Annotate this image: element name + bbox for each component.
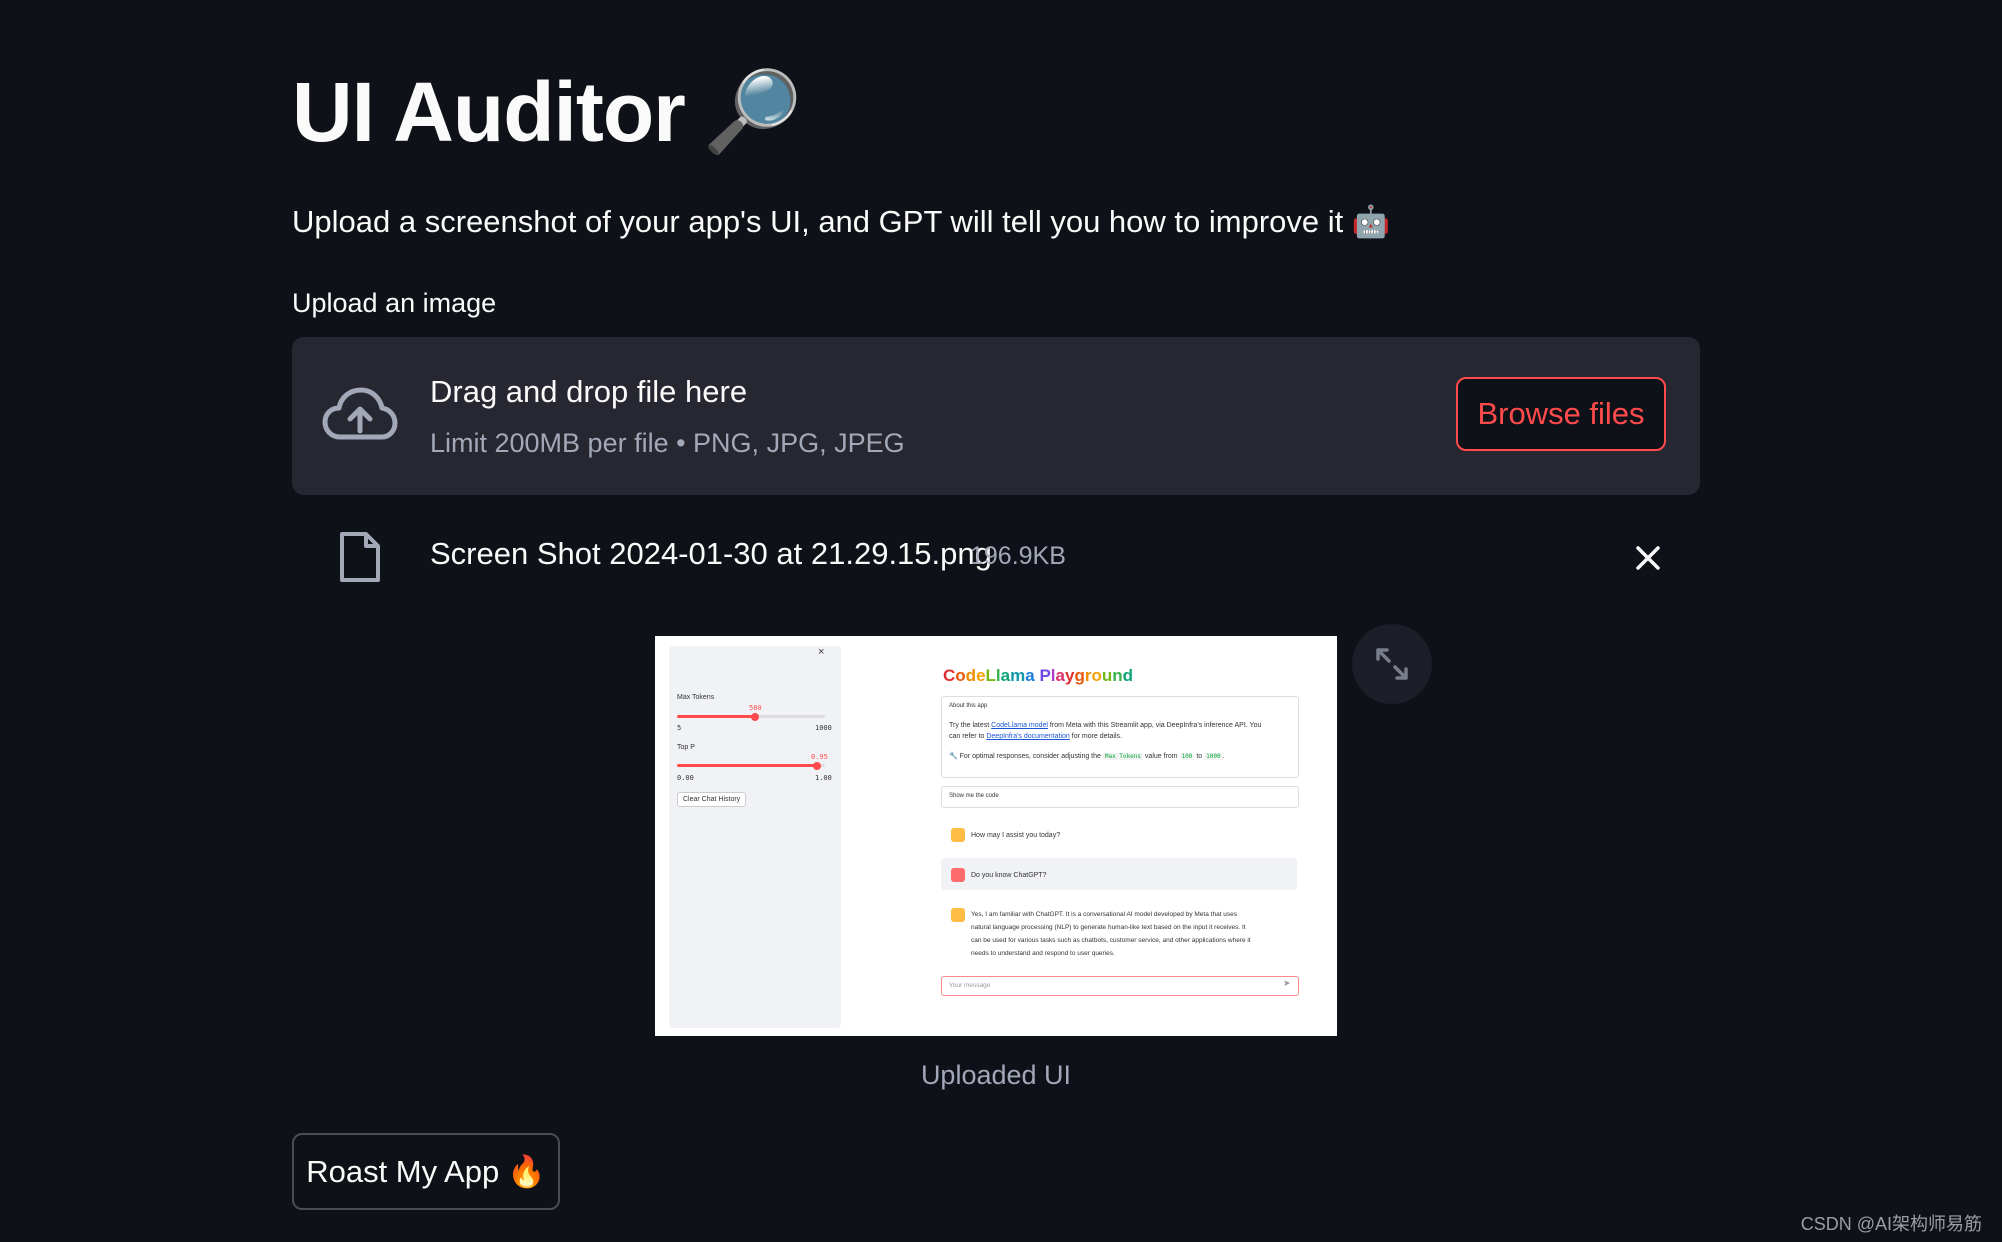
preview-top-p-value: 0.95	[811, 753, 828, 761]
preview-show-code-label: Show me the code	[949, 793, 999, 799]
preview-title-letter: a	[1000, 666, 1011, 685]
preview-user-avatar	[951, 868, 965, 882]
preview-title-letter: d	[965, 666, 977, 685]
preview-title-letter: m	[1010, 666, 1026, 685]
preview-clear-chat-button: Clear Chat History	[677, 792, 747, 807]
file-icon	[340, 532, 380, 582]
fullscreen-icon	[1376, 648, 1408, 680]
dropzone-instructions: Drag and drop file here	[430, 374, 748, 409]
uploaded-image-preview: × Max Tokens 500 5 1000 Top P 0.95 0.00 …	[655, 636, 1337, 1036]
uploaded-file-size: 196.9KB	[970, 542, 1066, 570]
preview-top-p-knob	[813, 762, 821, 770]
preview-about-header: About this app	[949, 703, 988, 709]
preview-chat-input-placeholder: Your message	[949, 982, 991, 989]
preview-close-icon: ×	[818, 646, 825, 658]
preview-msg-assistant-2: Yes, I am familiar with ChatGPT. It is a…	[971, 911, 1251, 957]
fire-icon: 🔥	[507, 1154, 546, 1189]
preview-top-p-max: 1.00	[815, 774, 832, 782]
close-icon[interactable]	[1630, 540, 1666, 576]
watermark: CSDN @AI架构师易筋	[1800, 1214, 1982, 1234]
preview-msg-user-1: Do you know ChatGPT?	[971, 872, 1047, 879]
preview-max-tokens-min: 5	[677, 724, 682, 732]
magnifier-icon: 🔎	[702, 67, 803, 156]
preview-title-letter: d	[1122, 666, 1134, 685]
preview-assistant-avatar	[951, 908, 965, 922]
preview-title-letter: o	[955, 666, 966, 685]
page-title: UI Auditor 🔎	[292, 62, 803, 162]
preview-about-tip: 🔧 For optimal responses, consider adjust…	[949, 753, 1225, 760]
preview-top-p-fill	[677, 764, 817, 767]
preview-max-tokens-max: 1000	[815, 724, 832, 732]
fullscreen-button[interactable]	[1352, 624, 1432, 704]
preview-app-title: CodeLlama Playground	[943, 666, 1133, 686]
page-subtitle: Upload a screenshot of your app's UI, an…	[292, 204, 1391, 239]
preview-title-letter: a	[1025, 666, 1035, 685]
preview-send-icon: ➤	[1283, 978, 1291, 988]
preview-title-letter: P	[1039, 666, 1051, 685]
roast-my-app-label: Roast My App	[306, 1153, 500, 1189]
preview-title-letter: a	[1055, 666, 1065, 685]
image-caption: Uploaded UI	[920, 1060, 1072, 1090]
preview-title-letter: e	[976, 666, 986, 685]
dropzone-limit-text: Limit 200MB per file • PNG, JPG, JPEG	[430, 428, 905, 458]
preview-assistant-avatar	[951, 828, 965, 842]
roast-my-app-button[interactable]: Roast My App 🔥	[292, 1133, 560, 1210]
page-title-text: UI Auditor	[292, 65, 686, 159]
preview-title-letter: g	[1074, 666, 1085, 685]
uploader-label: Upload an image	[292, 288, 497, 318]
preview-max-tokens-fill	[677, 715, 755, 718]
preview-msg-assistant-1: How may I assist you today?	[971, 832, 1061, 839]
preview-title-letter: L	[985, 666, 996, 685]
preview-max-tokens-value: 500	[749, 704, 762, 712]
preview-max-tokens-knob	[751, 713, 759, 721]
preview-title-letter: o	[1091, 666, 1102, 685]
preview-top-p-label: Top P	[677, 744, 695, 751]
preview-about-line2: can refer to DeepInfra's documentation f…	[949, 733, 1122, 740]
preview-about-line1: Try the latest CodeLlama model from Meta…	[949, 722, 1262, 729]
preview-max-tokens-label: Max Tokens	[677, 694, 715, 701]
preview-chat-input	[941, 976, 1299, 996]
preview-title-letter: n	[1112, 666, 1123, 685]
preview-title-letter: u	[1101, 666, 1113, 685]
uploaded-file-name: Screen Shot 2024-01-30 at 21.29.15.png	[430, 536, 992, 571]
browse-files-button[interactable]: Browse files	[1456, 377, 1666, 451]
cloud-upload-icon	[322, 387, 398, 440]
preview-top-p-min: 0.00	[677, 774, 694, 782]
preview-title-letter: C	[943, 666, 956, 685]
